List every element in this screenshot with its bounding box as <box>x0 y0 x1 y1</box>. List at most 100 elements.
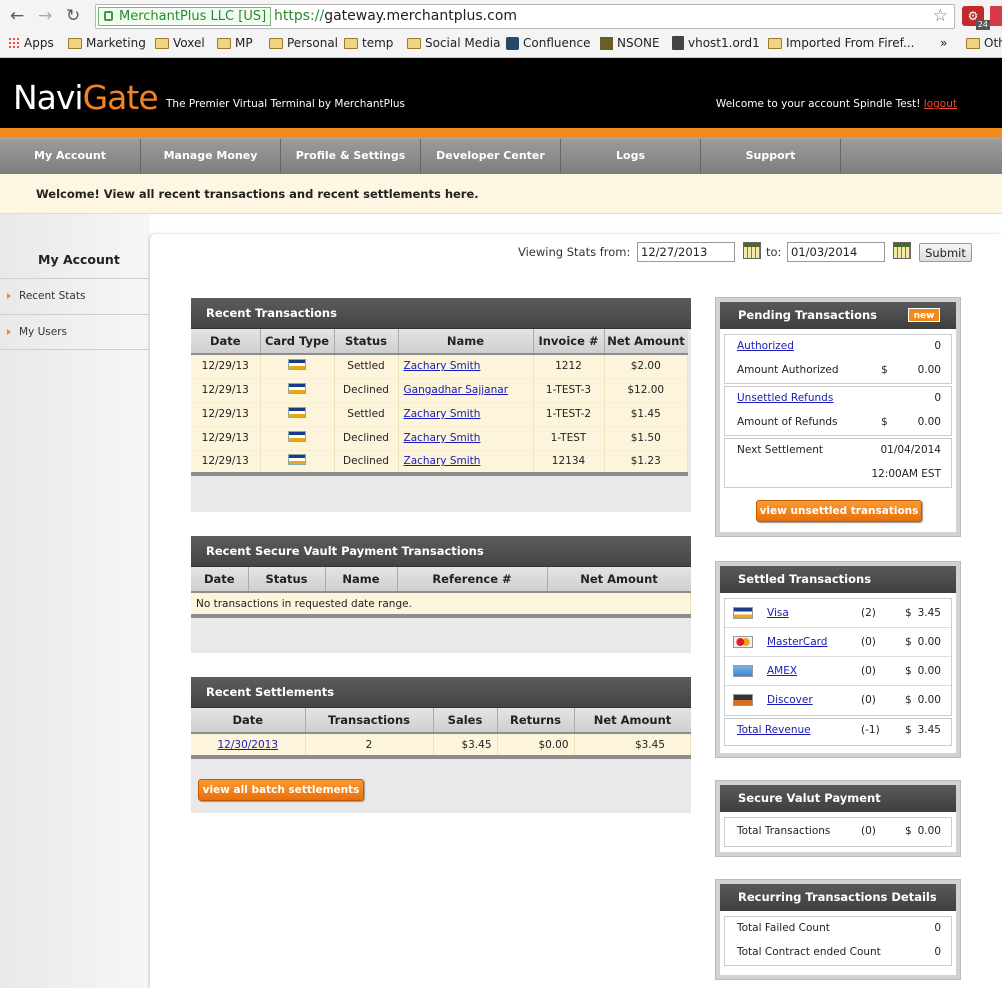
visa-card-icon <box>288 383 306 394</box>
welcome-message: Welcome! View all recent transactions an… <box>36 187 479 201</box>
browser-chrome: ← → ↻ MerchantPlus LLC [US] https://gate… <box>0 0 1002 58</box>
tagline: The Premier Virtual Terminal by Merchant… <box>166 98 406 110</box>
sidebar: My Account Recent Stats My Users <box>0 214 150 988</box>
bookmark-folder[interactable]: MP <box>217 36 253 50</box>
panel-title: Recent Transactions <box>191 298 691 329</box>
bookmark-folder[interactable]: temp <box>344 36 393 50</box>
visa-card-icon <box>288 359 306 371</box>
bookmark-folder[interactable]: Voxel <box>155 36 205 50</box>
empty-message: No transactions in requested date range. <box>191 592 691 618</box>
box-title: Settled Transactions <box>720 566 956 593</box>
visa-link[interactable]: Visa <box>767 607 789 619</box>
bookmark-apps[interactable]: Apps <box>8 36 54 50</box>
calendar-icon[interactable] <box>743 242 761 259</box>
vault-table: Date Status Name Reference # Net Amount … <box>191 567 691 618</box>
settled-row-visa: Visa (2) $3.45 <box>725 599 951 628</box>
nav-support[interactable]: Support <box>701 139 841 175</box>
from-date-input[interactable] <box>637 242 735 262</box>
logout-link[interactable]: logout <box>924 98 957 110</box>
extension-icon-2[interactable] <box>990 6 1002 26</box>
navigate-logo[interactable]: NaviGate <box>13 78 159 117</box>
amex-card-icon <box>733 665 753 677</box>
new-badge: new <box>908 308 940 322</box>
address-bar[interactable]: MerchantPlus LLC [US] https://gateway.me… <box>95 4 955 29</box>
bookmark-star-icon[interactable]: ☆ <box>933 6 948 26</box>
discover-card-icon <box>733 694 753 706</box>
table-header-row: Date Transactions Sales Returns Net Amou… <box>191 708 691 734</box>
mastercard-icon <box>733 636 753 648</box>
customer-link[interactable]: Gangadhar Sajjanar <box>404 384 509 396</box>
bookmark-folder[interactable]: Marketing <box>68 36 146 50</box>
sidebar-item-recent-stats[interactable]: Recent Stats <box>0 278 150 314</box>
amount-authorized-row: Amount Authorized $0.00 <box>737 364 941 376</box>
folder-icon <box>68 37 82 49</box>
bookmark-folder[interactable]: Oth <box>966 36 1002 50</box>
extension-icon[interactable]: ⚙ 24 <box>962 6 990 30</box>
customer-link[interactable]: Zachary Smith <box>404 455 481 467</box>
page-icon <box>672 36 684 50</box>
apps-grid-icon <box>8 37 20 49</box>
nav-profile-settings[interactable]: Profile & Settings <box>281 139 421 175</box>
sidebar-item-my-users[interactable]: My Users <box>0 314 150 350</box>
view-unsettled-button[interactable]: view unsettled transations <box>756 500 922 522</box>
calendar-icon[interactable] <box>893 242 911 259</box>
bookmark-folder[interactable]: Imported From Firef... <box>768 36 914 50</box>
recurring-details-box: Recurring Transactions Details Total Fai… <box>716 880 960 979</box>
authorized-link[interactable]: Authorized <box>737 340 794 352</box>
ev-certificate-badge[interactable]: MerchantPlus LLC [US] <box>98 7 272 26</box>
folder-icon <box>155 37 169 49</box>
next-settlement-time-row: 12:00AM EST <box>871 468 941 480</box>
submit-button[interactable]: Submit <box>919 243 972 262</box>
discover-link[interactable]: Discover <box>767 694 813 706</box>
batch-date-link[interactable]: 12/30/2013 <box>217 739 278 751</box>
nav-my-account[interactable]: My Account <box>0 139 141 175</box>
settled-row-discover: Discover (0) $0.00 <box>725 686 951 715</box>
bookmarks-bar: Apps Marketing Voxel MP Personal temp So… <box>0 34 1002 56</box>
sidebar-title: My Account <box>38 252 120 267</box>
customer-link[interactable]: Zachary Smith <box>404 432 481 444</box>
bookmark-vhost[interactable]: vhost1.ord1 <box>672 36 760 50</box>
panel-title: Recent Settlements <box>191 677 691 708</box>
to-label: to: <box>766 245 782 259</box>
bookmark-folder[interactable]: Social Media <box>407 36 500 50</box>
amex-link[interactable]: AMEX <box>767 665 797 677</box>
nav-logs[interactable]: Logs <box>561 139 701 175</box>
visa-card-icon <box>288 454 306 466</box>
recent-transactions-panel: Recent Transactions Date Card Type Statu… <box>191 298 691 512</box>
failed-count-row: Total Failed Count 0 <box>737 922 941 934</box>
total-revenue-link[interactable]: Total Revenue <box>737 724 811 736</box>
table-row: 12/29/13 Declined Gangadhar Sajjanar 1-T… <box>191 378 688 403</box>
nav-developer-center[interactable]: Developer Center <box>421 139 561 175</box>
customer-link[interactable]: Zachary Smith <box>404 360 481 372</box>
total-transactions-row: Total Transactions (0) $0.00 <box>737 825 941 837</box>
table-row: 12/29/13 Declined Zachary Smith 1-TEST $… <box>191 426 688 451</box>
settled-row-mastercard: MasterCard (0) $0.00 <box>725 628 951 657</box>
url-text[interactable]: https://gateway.merchantplus.com <box>274 8 517 24</box>
panel-title: Recent Secure Vault Payment Transactions <box>191 536 691 567</box>
table-row: 12/30/2013 2 $3.45 $0.00 $3.45 <box>191 733 691 759</box>
lock-icon <box>104 11 113 21</box>
view-batch-settlements-button[interactable]: view all batch settlements <box>198 779 364 801</box>
reload-icon[interactable]: ↻ <box>66 6 80 26</box>
customer-link[interactable]: Zachary Smith <box>404 408 481 420</box>
mastercard-link[interactable]: MasterCard <box>767 636 827 648</box>
unsettled-refunds-link[interactable]: Unsettled Refunds <box>737 392 833 404</box>
nav-manage-money[interactable]: Manage Money <box>141 139 281 175</box>
folder-icon <box>407 37 421 49</box>
bookmark-folder[interactable]: Personal <box>269 36 338 50</box>
to-date-input[interactable] <box>787 242 885 262</box>
folder-icon <box>217 37 231 49</box>
folder-icon <box>768 37 782 49</box>
back-icon[interactable]: ← <box>10 6 24 26</box>
amount-refunds-row: Amount of Refunds $0.00 <box>737 416 941 428</box>
bookmark-nsone[interactable]: NSONE <box>600 36 660 50</box>
visa-card-icon <box>288 431 306 442</box>
box-title: Secure Valut Payment Transactions <box>720 785 956 832</box>
bookmarks-overflow-chevron[interactable]: » <box>940 36 947 50</box>
bookmark-confluence[interactable]: Confluence <box>506 36 590 50</box>
forward-icon[interactable]: → <box>38 6 52 26</box>
folder-icon <box>966 37 980 49</box>
folder-icon <box>344 37 358 49</box>
settled-row-amex: AMEX (0) $0.00 <box>725 657 951 686</box>
contract-ended-row: Total Contract ended Count 0 <box>737 946 941 958</box>
